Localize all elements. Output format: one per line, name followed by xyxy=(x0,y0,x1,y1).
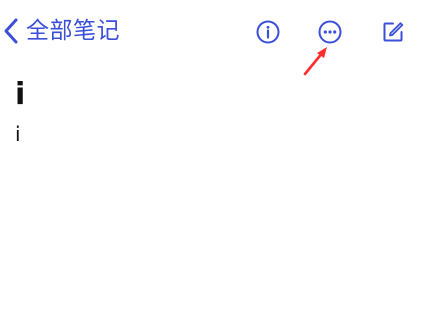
nav-bar: 全部笔记 xyxy=(0,0,424,60)
back-button[interactable]: 全部笔记 xyxy=(2,14,120,48)
compose-icon xyxy=(383,22,404,42)
info-circle-icon xyxy=(256,20,280,44)
back-label: 全部笔记 xyxy=(26,17,120,44)
ellipsis-circle-icon xyxy=(318,20,342,44)
annotation-arrow-icon xyxy=(303,47,327,76)
note-body[interactable]: i xyxy=(15,124,21,144)
compose-button[interactable] xyxy=(378,17,408,47)
note-title[interactable]: i xyxy=(15,80,25,110)
chevron-left-icon xyxy=(4,18,18,44)
more-button[interactable] xyxy=(315,17,345,47)
info-button[interactable] xyxy=(253,17,283,47)
